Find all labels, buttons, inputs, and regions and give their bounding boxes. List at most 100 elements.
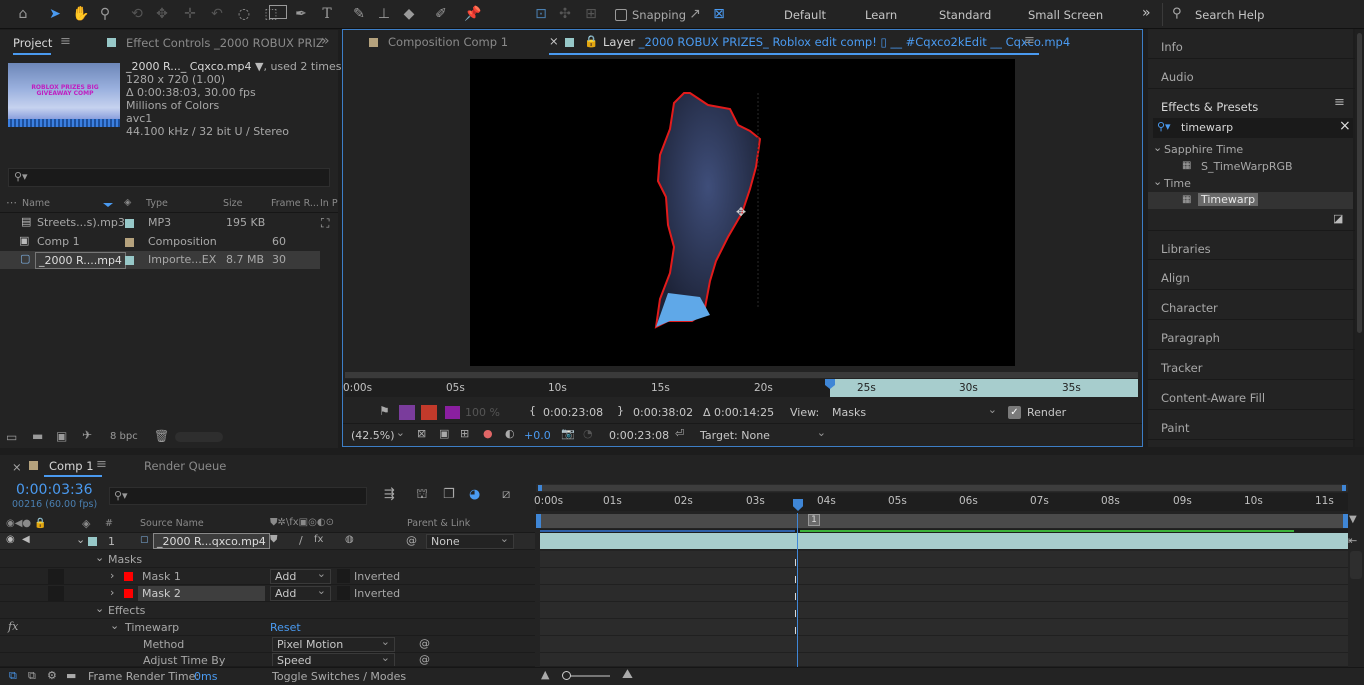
right-scroll-thumb[interactable] xyxy=(1357,33,1362,333)
pick-whip-icon[interactable]: @ xyxy=(406,534,417,547)
safe-area-icon[interactable]: ▣ xyxy=(439,427,449,440)
render-time-toggle-icon[interactable]: ▬ xyxy=(66,669,76,682)
grid-icon[interactable]: ⊞ xyxy=(460,427,469,440)
project-item[interactable]: ▤ Streets...s).mp3 MP3 195 KB xyxy=(0,214,320,232)
tab-render-queue[interactable]: Render Queue xyxy=(144,459,226,473)
fx-switch-icon[interactable]: fx xyxy=(314,534,323,545)
effect-item-selected[interactable]: ▦ Timewarp xyxy=(1148,192,1353,209)
workspace-learn[interactable]: Learn xyxy=(865,8,897,22)
mask-color-swatch[interactable] xyxy=(124,589,133,598)
expand-mask-icon[interactable]: › xyxy=(110,586,114,599)
pen-tool-icon[interactable]: ✒ xyxy=(292,5,310,23)
timeline-menu-icon[interactable]: ≡ xyxy=(96,457,107,472)
expand-effects-icon[interactable]: ⌄ xyxy=(95,602,104,615)
snapping-checkbox[interactable] xyxy=(615,9,627,21)
align-panel[interactable]: Align xyxy=(1148,260,1361,290)
camera-tool-icon[interactable]: ✥ xyxy=(153,5,171,23)
orbit-tool-icon[interactable]: ✛ xyxy=(181,5,199,23)
interpret-footage-icon[interactable]: ▭ xyxy=(6,430,17,444)
time-navigator[interactable] xyxy=(536,484,1348,492)
effect-item-timewarprgb[interactable]: S_TimeWarpRGB xyxy=(1201,160,1293,173)
adjust-time-dropdown[interactable]: Speed xyxy=(272,653,395,666)
out-bracket-icon[interactable]: } xyxy=(617,404,624,417)
fit-icon[interactable]: ⊠ xyxy=(417,427,426,440)
close-timeline-icon[interactable]: × xyxy=(12,460,22,474)
work-area-bar[interactable]: 1 xyxy=(536,514,1348,528)
effects-group-row[interactable]: ⌄ Effects xyxy=(0,602,535,619)
tab-effect-controls[interactable]: Effect Controls _2000 ROBUX PRIZ xyxy=(126,36,324,50)
draft-3d-icon[interactable]: ⛫ xyxy=(416,487,428,504)
clear-search-icon[interactable]: × xyxy=(1339,118,1351,134)
bpc-button[interactable]: 8 bpc xyxy=(110,431,138,442)
view-axis-icon[interactable]: ⊞ xyxy=(582,5,600,23)
fx-icon[interactable]: fx xyxy=(8,620,18,633)
mask2-mode-dropdown[interactable]: Add xyxy=(270,584,331,601)
expand-masks-icon[interactable]: ⌄ xyxy=(95,551,104,564)
modes-toggle-icon[interactable]: ⧉ xyxy=(28,669,36,683)
render-checkbox[interactable]: ✓ xyxy=(1008,406,1021,419)
mask-row[interactable]: › Mask 1 Add Inverted xyxy=(0,567,535,585)
tree-group-time[interactable]: Time xyxy=(1164,177,1191,190)
zoom-slider-handle[interactable] xyxy=(562,671,571,680)
roto-brush-icon[interactable]: ✐ xyxy=(432,5,450,23)
brush-tool-icon[interactable]: ✎ xyxy=(350,5,368,23)
character-panel[interactable]: Character xyxy=(1148,290,1361,320)
selection-tool-icon[interactable]: ➤ xyxy=(46,5,64,23)
snap-feature-icon[interactable]: ↗ xyxy=(686,5,704,23)
layer-video-frame[interactable]: ✥ xyxy=(470,59,1015,366)
hide-shy-icon[interactable]: ❐ xyxy=(443,487,455,502)
col-source-name[interactable]: Source Name xyxy=(140,518,204,529)
col-frame-rate[interactable]: Frame R... xyxy=(271,198,319,209)
always-preview-icon[interactable]: ⏎ xyxy=(675,427,684,440)
mask1-mode-dropdown[interactable]: Add xyxy=(270,567,331,584)
workspace-default[interactable]: Default xyxy=(784,8,826,22)
timewarp-effect-row[interactable]: fx ⌄ Timewarp Reset xyxy=(0,619,535,636)
workspace-standard[interactable]: Standard xyxy=(939,8,991,22)
method-pickwhip-icon[interactable]: @ xyxy=(419,637,430,650)
undo-icon[interactable]: ↶ xyxy=(208,5,226,23)
rectangle-tool-icon[interactable] xyxy=(269,5,287,19)
adjust-time-row[interactable]: Adjust Time By Speed @ xyxy=(0,653,535,667)
channel-icon[interactable]: ● xyxy=(483,427,493,440)
timecode-display[interactable]: 0:00:03:36 xyxy=(16,482,93,498)
zoom-slider-track[interactable] xyxy=(565,675,610,677)
expand-mask-icon[interactable]: › xyxy=(110,569,114,582)
layer-row[interactable]: ◉ ◀ ⌄ 1 ▢ _2000 R...qxco.mp4 ⛊ / fx ◍ @ … xyxy=(0,532,535,550)
paragraph-panel[interactable]: Paragraph xyxy=(1148,320,1361,350)
motion-path-icon[interactable]: ⚑ xyxy=(379,404,390,418)
reset-exposure-icon[interactable]: ◐ xyxy=(505,427,515,440)
viewer-menu-icon[interactable]: ≡ xyxy=(1024,33,1035,48)
reset-link[interactable]: Reset xyxy=(270,621,301,634)
mask2-inverted-checkbox[interactable] xyxy=(337,586,350,600)
frame-blending-icon[interactable]: ◕ xyxy=(469,487,480,502)
onion-skin-icon[interactable] xyxy=(399,405,415,420)
world-axis-icon[interactable]: ✣ xyxy=(556,5,574,23)
playhead-end-icon[interactable]: ⇤ xyxy=(1348,534,1357,547)
libraries-panel[interactable]: Libraries xyxy=(1148,230,1361,260)
puppet-pin-icon[interactable]: 📌 xyxy=(464,5,482,23)
alpha-view-icon[interactable] xyxy=(445,406,460,419)
in-out-toggle-icon[interactable]: ⚙ xyxy=(47,669,57,682)
tab-layer[interactable]: Layer _2000 ROBUX PRIZES_ Roblox edit co… xyxy=(603,35,1070,49)
rotate-tool-icon[interactable]: ⟲ xyxy=(128,5,146,23)
col-in-point[interactable]: In P xyxy=(320,198,338,209)
comp-marker[interactable]: 1 xyxy=(808,514,820,526)
info-panel[interactable]: Info xyxy=(1148,29,1361,59)
mask-row[interactable]: › Mask 2 Add Inverted xyxy=(0,584,535,602)
thumbnail-size-slider[interactable] xyxy=(175,432,223,442)
tree-toggle-icon[interactable]: ⌄ xyxy=(1153,141,1162,154)
type-tool-icon[interactable]: T xyxy=(318,5,336,23)
time-navigator-range[interactable] xyxy=(538,485,1346,491)
mask-visibility-slot[interactable] xyxy=(48,569,64,584)
layer-name[interactable]: _2000 R...qxco.mp4 xyxy=(153,533,270,549)
adjust-time-pickwhip-icon[interactable]: @ xyxy=(419,653,430,666)
comp-mini-flowchart-icon[interactable]: ⇶ xyxy=(384,487,395,502)
method-row[interactable]: Method Pixel Motion @ xyxy=(0,635,535,653)
out-time[interactable]: 0:00:38:02 xyxy=(633,406,693,419)
mask-visibility-slot[interactable] xyxy=(48,586,64,601)
exposure-value[interactable]: +0.0 xyxy=(524,429,551,442)
effects-menu-icon[interactable]: ≡ xyxy=(1334,95,1345,110)
col-parent-link[interactable]: Parent & Link xyxy=(407,518,470,529)
project-menu-icon[interactable]: ≡ xyxy=(60,34,71,49)
layer-switches-toggle-icon[interactable]: ⧉ xyxy=(9,669,17,683)
